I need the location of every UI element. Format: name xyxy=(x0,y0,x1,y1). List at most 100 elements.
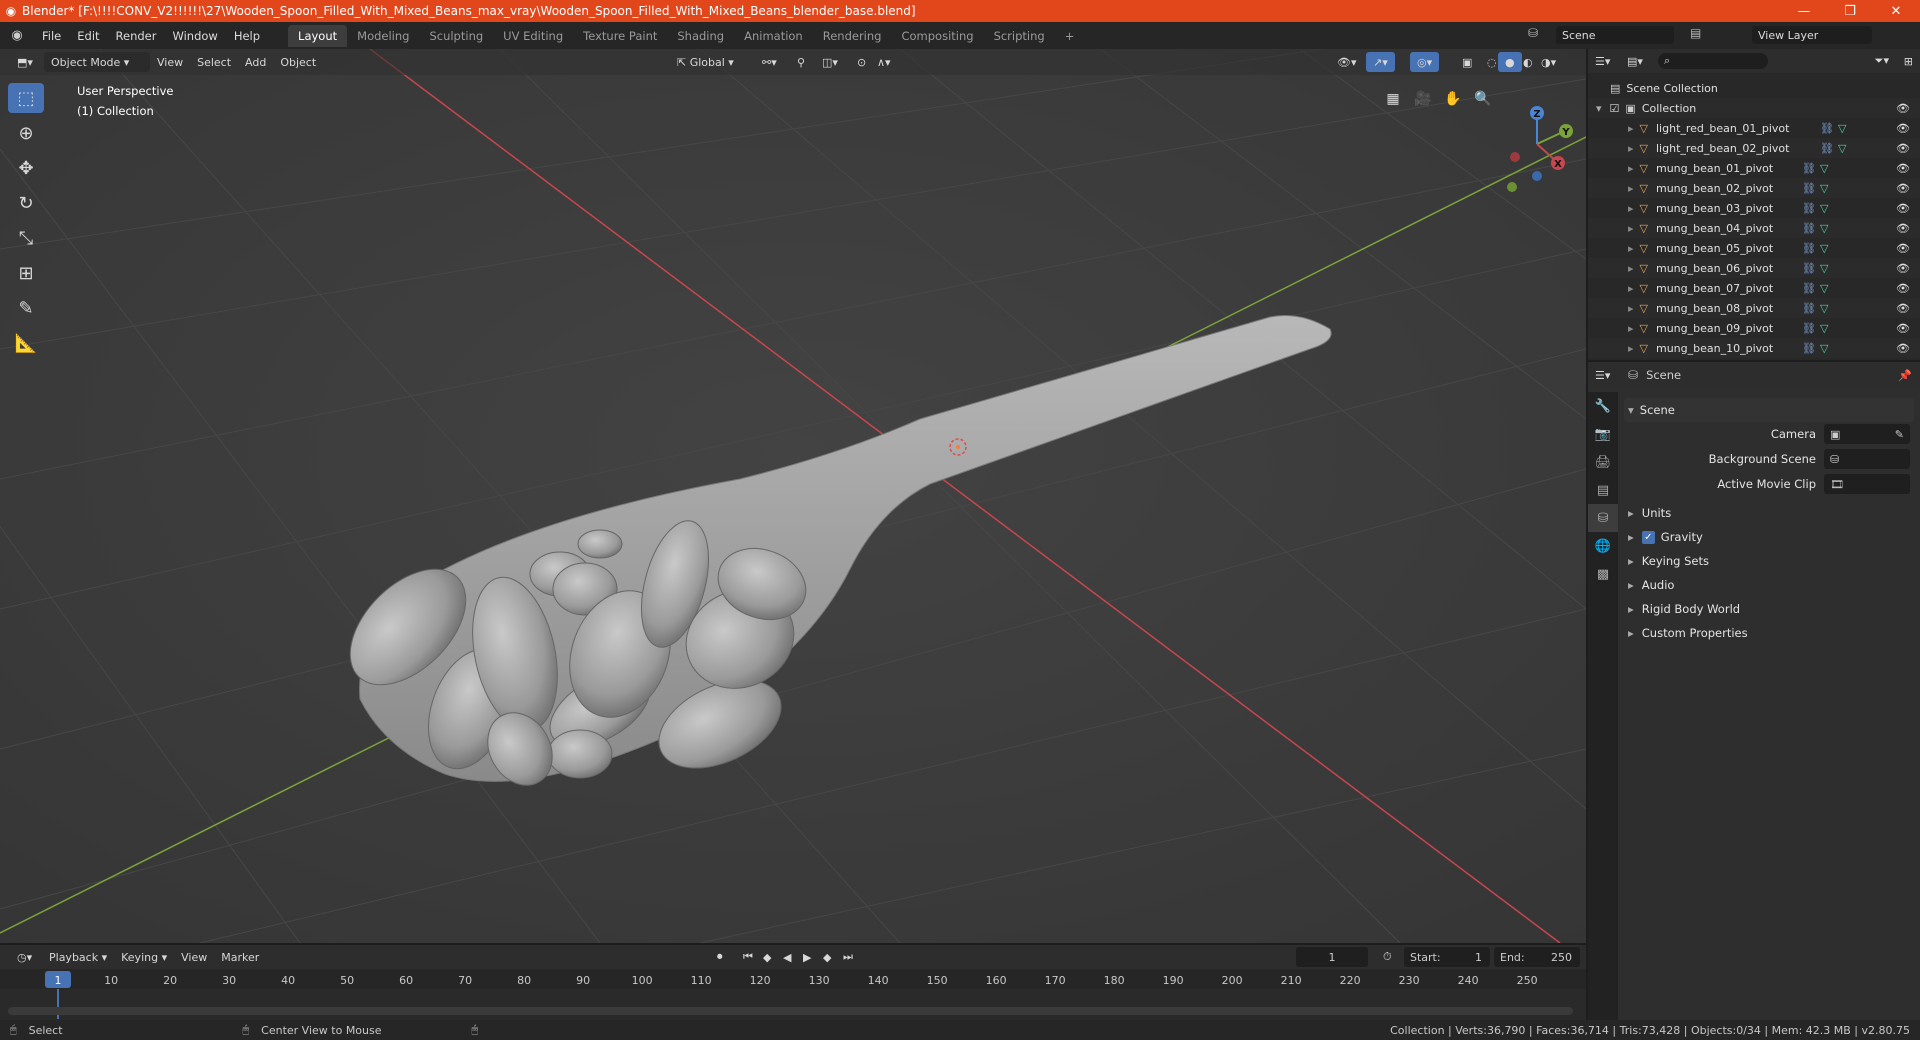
snap-icon[interactable]: ⚲ xyxy=(790,52,812,72)
expand-arrow-icon[interactable]: ▾ xyxy=(1596,102,1602,115)
eye-icon[interactable]: 👁 xyxy=(1896,322,1910,335)
outliner-item[interactable]: ▸ ▽ mung_bean_03_pivot ⛓ ▽ 👁 xyxy=(1588,198,1920,218)
tab-uv-editing[interactable]: UV Editing xyxy=(493,25,573,47)
eye-icon[interactable]: 👁 xyxy=(1896,202,1910,215)
tab-animation[interactable]: Animation xyxy=(734,25,813,47)
minimize-button[interactable]: — xyxy=(1781,0,1827,22)
gravity-checkbox[interactable]: ✓ xyxy=(1641,530,1655,544)
constraint-icon[interactable]: ⛓ xyxy=(1802,342,1816,355)
audio-section[interactable]: ▸ Audio xyxy=(1624,574,1914,596)
output-tab-icon[interactable]: 🖨 xyxy=(1588,448,1618,476)
view-layer-tab-icon[interactable]: ▤ xyxy=(1588,476,1618,504)
outliner-item[interactable]: ▸ ▽ mung_bean_06_pivot ⛓ ▽ 👁 xyxy=(1588,258,1920,278)
properties-editor-type-icon[interactable]: ☰▾ xyxy=(1588,365,1622,385)
scene-collection-row[interactable]: ▤ Scene Collection xyxy=(1588,78,1920,98)
tab-texture-paint[interactable]: Texture Paint xyxy=(573,25,667,47)
eye-icon[interactable]: 👁 xyxy=(1896,102,1910,115)
menu-object[interactable]: Object xyxy=(273,52,323,72)
eye-icon[interactable]: 👁 xyxy=(1896,282,1910,295)
rotate-tool-icon[interactable]: ↻ xyxy=(8,188,44,218)
menu-render[interactable]: Render xyxy=(108,29,165,43)
eye-icon[interactable]: 👁 xyxy=(1896,182,1910,195)
mesh-data-icon[interactable]: ▽ xyxy=(1820,242,1828,255)
mesh-data-icon[interactable]: ▽ xyxy=(1820,202,1828,215)
tab-layout[interactable]: Layout xyxy=(288,24,348,47)
tab-rendering[interactable]: Rendering xyxy=(813,25,892,47)
restore-button[interactable]: ❐ xyxy=(1827,0,1873,22)
tab-sculpting[interactable]: Sculpting xyxy=(419,25,493,47)
visibility-icon[interactable]: 👁▾ xyxy=(1330,52,1364,72)
measure-tool-icon[interactable]: 📐 xyxy=(8,328,44,358)
constraint-icon[interactable]: ⛓ xyxy=(1802,182,1816,195)
scene-panel-header[interactable]: ▾ Scene xyxy=(1624,398,1914,422)
menu-help[interactable]: Help xyxy=(226,29,268,43)
expand-arrow-icon[interactable]: ▸ xyxy=(1628,262,1634,275)
eye-icon[interactable]: 👁 xyxy=(1896,222,1910,235)
annotate-tool-icon[interactable]: ✎ xyxy=(8,293,44,323)
gravity-section[interactable]: ▸ ✓ Gravity xyxy=(1624,526,1914,548)
world-tab-icon[interactable]: 🌐 xyxy=(1588,532,1618,560)
constraint-icon[interactable]: ⛓ xyxy=(1820,122,1834,135)
outliner-item[interactable]: ▸ ▽ mung_bean_01_pivot ⛓ ▽ 👁 xyxy=(1588,158,1920,178)
active-movie-clip-field[interactable]: 🎞 xyxy=(1824,474,1910,494)
render-tab-icon[interactable]: 📷 xyxy=(1588,420,1618,448)
expand-arrow-icon[interactable]: ▸ xyxy=(1628,282,1634,295)
current-frame-field[interactable]: 1 xyxy=(1296,947,1368,967)
outliner-item[interactable]: ▸ ▽ light_red_bean_01_pivot ⛓ ▽ 👁 xyxy=(1588,118,1920,138)
menu-playback[interactable]: Playback ▾ xyxy=(42,947,114,967)
menu-edit[interactable]: Edit xyxy=(69,29,107,43)
tool-tab-icon[interactable]: 🔧 xyxy=(1588,392,1618,420)
mesh-data-icon[interactable]: ▽ xyxy=(1820,322,1828,335)
navigation-gizmo[interactable]: Z Y X xyxy=(1495,89,1585,199)
units-section[interactable]: ▸ Units xyxy=(1624,502,1914,524)
menu-keying[interactable]: Keying ▾ xyxy=(114,947,174,967)
rendered-shading-icon[interactable]: ◑▾ xyxy=(1534,52,1563,72)
snap-target-icon[interactable]: ◫▾ xyxy=(815,52,845,72)
zoom-view-icon[interactable]: 🔍 xyxy=(1470,86,1496,112)
toggle-ortho-icon[interactable]: ▦ xyxy=(1380,86,1406,112)
eye-icon[interactable]: 👁 xyxy=(1896,262,1910,275)
mesh-data-icon[interactable]: ▽ xyxy=(1820,162,1828,175)
tab-shading[interactable]: Shading xyxy=(667,25,734,47)
scene-selector[interactable]: Scene xyxy=(1556,26,1674,44)
tab-scripting[interactable]: Scripting xyxy=(984,25,1055,47)
outliner-item[interactable]: ▸ ▽ mung_bean_02_pivot ⛓ ▽ 👁 xyxy=(1588,178,1920,198)
editor-type-icon[interactable]: ◉ xyxy=(0,28,34,43)
camera-view-icon[interactable]: 🎥 xyxy=(1410,86,1436,112)
transform-orientation-dropdown[interactable]: ⇱ Global ▾ xyxy=(670,52,741,72)
keying-sets-section[interactable]: ▸ Keying Sets xyxy=(1624,550,1914,572)
mesh-data-icon[interactable]: ▽ xyxy=(1820,342,1828,355)
expand-arrow-icon[interactable]: ▸ xyxy=(1628,182,1634,195)
clock-icon[interactable]: ⏱ xyxy=(1376,947,1399,967)
mesh-data-icon[interactable]: ▽ xyxy=(1820,222,1828,235)
pin-icon[interactable]: 📌 xyxy=(1898,369,1912,382)
eye-icon[interactable]: 👁 xyxy=(1896,342,1910,355)
scene-tab-icon[interactable]: ⛁ xyxy=(1588,504,1618,532)
background-scene-field[interactable]: ⛁ xyxy=(1824,449,1910,469)
expand-arrow-icon[interactable]: ▸ xyxy=(1628,122,1634,135)
menu-select[interactable]: Select xyxy=(190,52,238,72)
timeline-scrollbar[interactable] xyxy=(8,1007,1573,1015)
view-layer-selector[interactable]: View Layer xyxy=(1752,26,1872,44)
constraint-icon[interactable]: ⛓ xyxy=(1802,162,1816,175)
pivot-point-icon[interactable]: ⚯▾ xyxy=(755,52,784,72)
overlay-toggle-icon[interactable]: ◎▾ xyxy=(1410,52,1440,72)
display-mode-icon[interactable]: ▤▾ xyxy=(1620,51,1650,71)
collection-row[interactable]: ▾ ☑ ▣ Collection 👁 xyxy=(1588,98,1920,118)
expand-arrow-icon[interactable]: ▸ xyxy=(1628,162,1634,175)
jump-end-icon[interactable]: ⏭ xyxy=(836,947,860,967)
texture-tab-icon[interactable]: ▩ xyxy=(1588,560,1618,588)
outliner-item[interactable]: ▸ ▽ mung_bean_07_pivot ⛓ ▽ 👁 xyxy=(1588,278,1920,298)
constraint-icon[interactable]: ⛓ xyxy=(1802,262,1816,275)
eye-icon[interactable]: 👁 xyxy=(1896,162,1910,175)
mesh-data-icon[interactable]: ▽ xyxy=(1838,122,1846,135)
mesh-data-icon[interactable]: ▽ xyxy=(1820,262,1828,275)
outliner-item[interactable]: ▸ ▽ mung_bean_09_pivot ⛓ ▽ 👁 xyxy=(1588,318,1920,338)
scale-tool-icon[interactable]: ⤡ xyxy=(8,223,44,253)
add-workspace-button[interactable]: + xyxy=(1055,25,1085,47)
outliner-item[interactable]: ▸ ▽ mung_bean_05_pivot ⛓ ▽ 👁 xyxy=(1588,238,1920,258)
custom-properties-section[interactable]: ▸ Custom Properties xyxy=(1624,622,1914,644)
menu-view-timeline[interactable]: View xyxy=(174,947,214,967)
mesh-data-icon[interactable]: ▽ xyxy=(1838,142,1846,155)
outliner-item[interactable]: ▸ ▽ light_red_bean_02_pivot ⛓ ▽ 👁 xyxy=(1588,138,1920,158)
